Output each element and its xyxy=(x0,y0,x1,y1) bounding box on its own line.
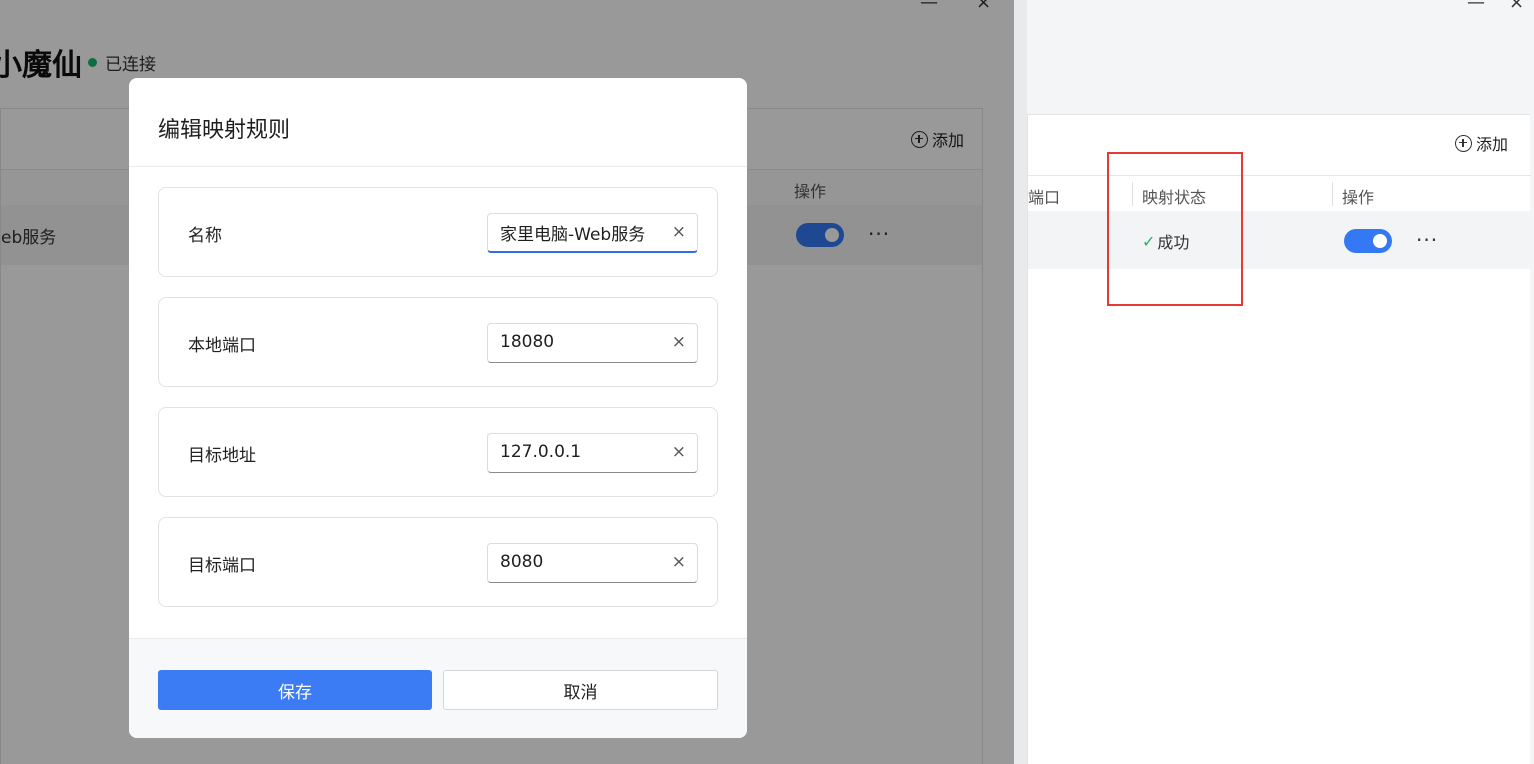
edit-mapping-dialog: 编辑映射规则 名称 × 本地端口 × 目标地址 × 目标端口 × 保存 取消 xyxy=(129,78,747,738)
enable-toggle[interactable] xyxy=(1344,229,1392,253)
add-button[interactable]: 添加 xyxy=(1454,131,1508,155)
mapping-panel: 添加 端口 映射状态 操作 ✓ 成功 ··· xyxy=(1027,114,1531,764)
target-address-input[interactable] xyxy=(500,442,668,462)
column-header-port: 端口 xyxy=(1028,188,1061,207)
local-port-input[interactable] xyxy=(500,332,668,352)
local-port-input-box: × xyxy=(487,323,698,363)
column-divider xyxy=(1332,182,1333,206)
field-local-port: 本地端口 × xyxy=(158,297,718,387)
table-header: 端口 映射状态 操作 xyxy=(1028,175,1531,211)
table-row: ✓ 成功 ··· xyxy=(1028,211,1531,269)
dialog-title: 编辑映射规则 xyxy=(158,118,291,143)
minimize-icon[interactable]: — xyxy=(1467,0,1485,13)
target-port-input-box: × xyxy=(487,543,698,583)
highlight-box xyxy=(1107,152,1243,306)
close-icon[interactable]: × xyxy=(1509,0,1524,13)
window-divider xyxy=(1014,0,1027,764)
save-button[interactable]: 保存 xyxy=(158,670,432,710)
right-window: — × 添加 端口 映射状态 操作 ✓ 成功 ··· xyxy=(1027,0,1534,764)
name-input-box: × xyxy=(487,213,698,253)
divider xyxy=(129,166,747,167)
plus-circle-icon xyxy=(1454,134,1472,152)
target-port-input[interactable] xyxy=(500,552,668,572)
field-target-address: 目标地址 × xyxy=(158,407,718,497)
clear-icon[interactable]: × xyxy=(672,222,686,242)
clear-icon[interactable]: × xyxy=(672,332,686,352)
field-label: 本地端口 xyxy=(188,336,256,356)
target-address-input-box: × xyxy=(487,433,698,473)
field-label: 名称 xyxy=(188,226,222,246)
field-label: 目标端口 xyxy=(188,556,256,576)
field-name: 名称 × xyxy=(158,187,718,277)
clear-icon[interactable]: × xyxy=(672,442,686,462)
more-icon[interactable]: ··· xyxy=(1416,230,1438,250)
name-input[interactable] xyxy=(500,222,668,242)
dialog-footer: 保存 取消 xyxy=(129,638,747,738)
cancel-button[interactable]: 取消 xyxy=(443,670,718,710)
column-header-actions: 操作 xyxy=(1342,188,1375,207)
clear-icon[interactable]: × xyxy=(672,552,686,572)
add-button-label: 添加 xyxy=(1475,135,1508,154)
field-target-port: 目标端口 × xyxy=(158,517,718,607)
field-label: 目标地址 xyxy=(188,446,256,466)
